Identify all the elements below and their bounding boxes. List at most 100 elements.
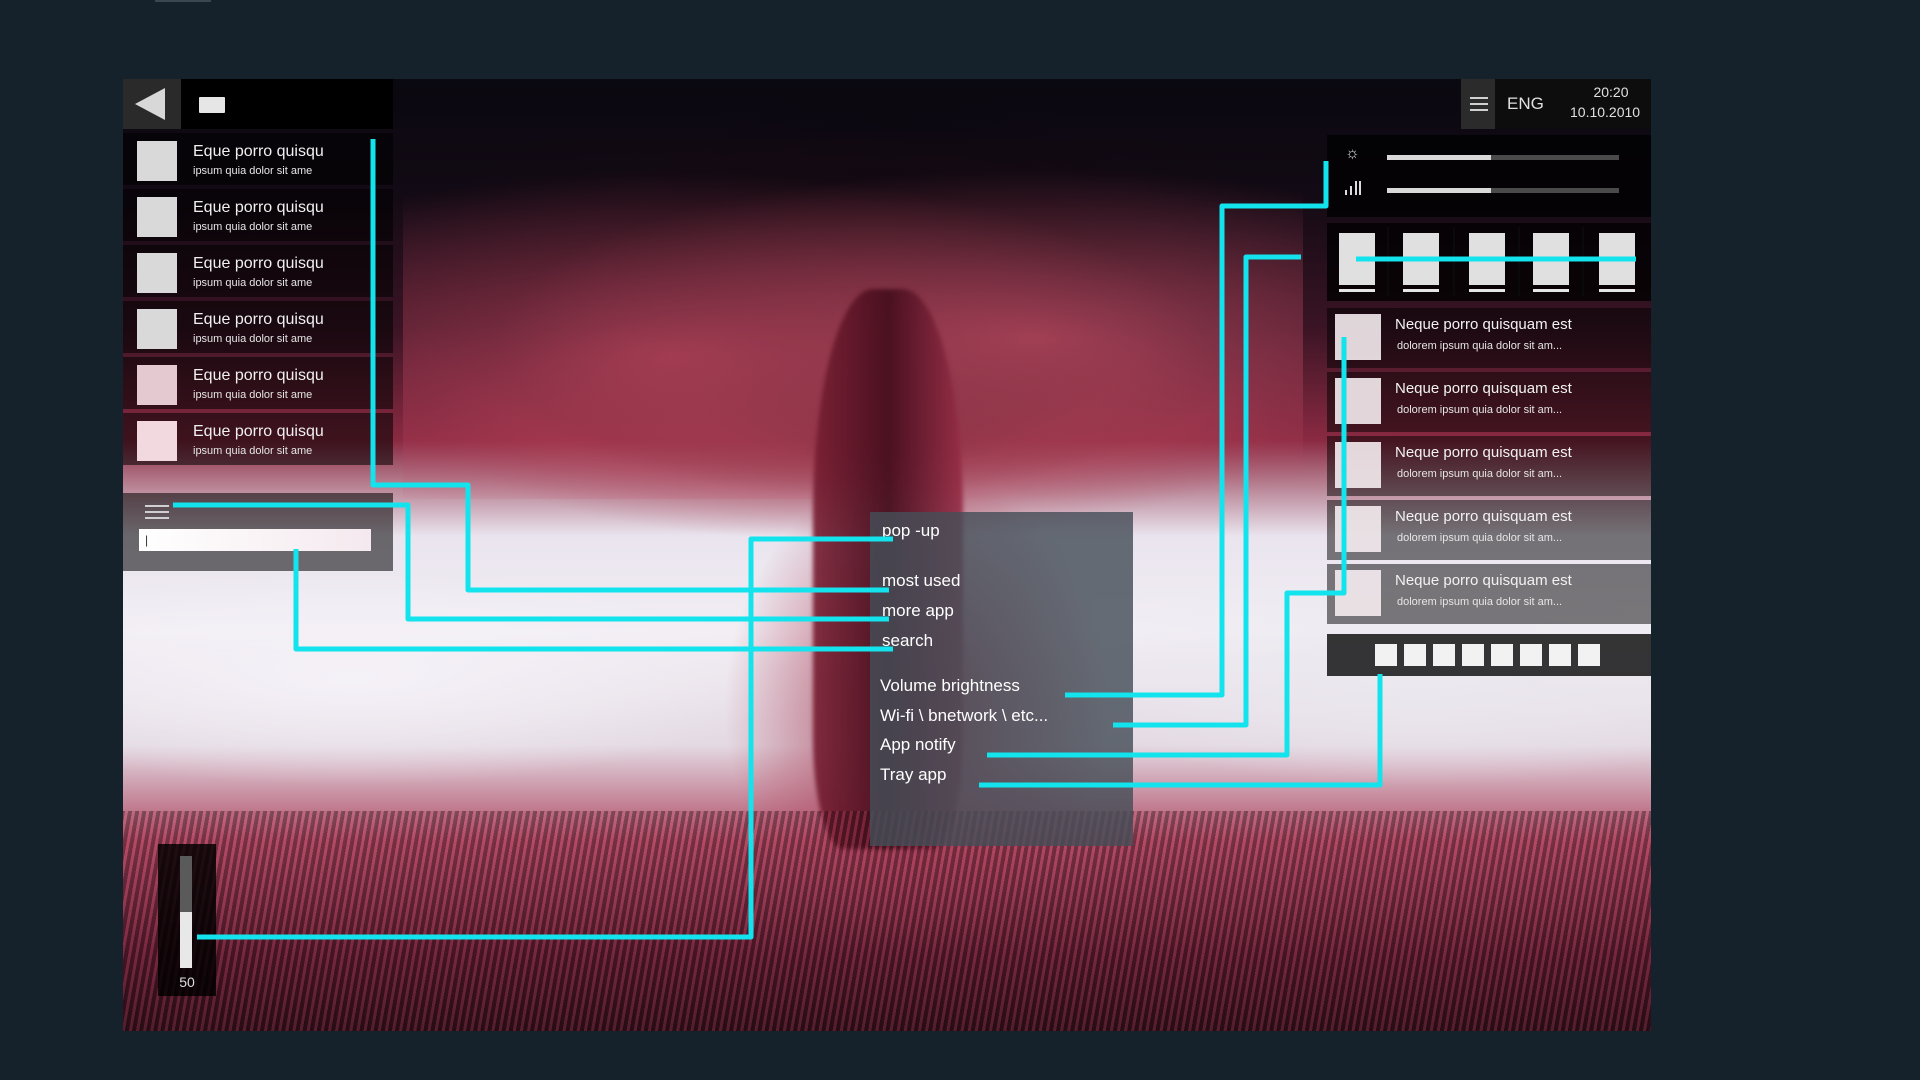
notification-thumbnail <box>1335 378 1381 424</box>
quick-toggle[interactable] <box>1339 233 1375 285</box>
app-title: Eque porro quisqu <box>193 143 324 160</box>
app-title: Eque porro quisqu <box>193 255 324 272</box>
legend-app-notify-label: App notify <box>880 735 956 754</box>
most-used-app-list: Eque porro quisqu ipsum quia dolor sit a… <box>123 129 393 465</box>
top-left-bar <box>123 79 393 129</box>
list-item[interactable]: Eque porro quisqu ipsum quia dolor sit a… <box>123 189 393 241</box>
quick-toggle[interactable] <box>1469 233 1505 285</box>
app-thumbnail <box>137 309 177 349</box>
status-menu-button[interactable] <box>1461 79 1495 129</box>
tray-app-icon[interactable] <box>1433 644 1455 666</box>
legend-tray-app-label: Tray app <box>880 765 947 784</box>
quick-toggle[interactable] <box>1599 233 1635 285</box>
tray-app-icon[interactable] <box>1404 644 1426 666</box>
list-item[interactable]: Eque porro quisqu ipsum quia dolor sit a… <box>123 357 393 409</box>
app-thumbnail <box>137 253 177 293</box>
notification-title: Neque porro quisquam est <box>1395 316 1572 333</box>
quick-toggle-indicator <box>1339 289 1375 292</box>
app-subtitle: ipsum quia dolor sit ame <box>193 165 313 177</box>
language-indicator[interactable]: ENG <box>1507 94 1544 114</box>
notification-title: Neque porro quisquam est <box>1395 444 1572 461</box>
notification-subtitle: dolorem ipsum quia dolor sit am... <box>1397 532 1563 544</box>
app-subtitle: ipsum quia dolor sit ame <box>193 277 313 289</box>
legend-volume-brightness-label: Volume brightness <box>880 676 1020 695</box>
tray-app-icon[interactable] <box>1578 644 1600 666</box>
notification-thumbnail <box>1335 506 1381 552</box>
app-title: Eque porro quisqu <box>193 367 324 384</box>
back-button[interactable] <box>123 79 181 129</box>
tray-app-icon[interactable] <box>1549 644 1571 666</box>
search-input[interactable] <box>139 529 371 551</box>
list-item[interactable]: Eque porro quisqu ipsum quia dolor sit a… <box>123 133 393 185</box>
divider <box>1582 227 1584 297</box>
volume-icon <box>1345 181 1363 195</box>
quick-toggle-indicator <box>1599 289 1635 292</box>
app-title: Eque porro quisqu <box>193 423 324 440</box>
notification-item[interactable]: Neque porro quisquam est dolorem ipsum q… <box>1327 308 1651 368</box>
app-thumbnail <box>137 365 177 405</box>
network-quick-toggles <box>1327 223 1651 301</box>
back-triangle-icon <box>135 88 165 120</box>
notification-item[interactable]: Neque porro quisquam est dolorem ipsum q… <box>1327 372 1651 432</box>
volume-vertical-slider[interactable] <box>180 856 192 968</box>
notification-subtitle: dolorem ipsum quia dolor sit am... <box>1397 468 1563 480</box>
notification-subtitle: dolorem ipsum quia dolor sit am... <box>1397 340 1563 352</box>
volume-slider[interactable] <box>1387 188 1619 193</box>
annotation-legend-popup: pop -up most used more app search Volume… <box>870 512 1133 846</box>
app-subtitle: ipsum quia dolor sit ame <box>193 221 313 233</box>
notification-title: Neque porro quisquam est <box>1395 572 1572 589</box>
notification-subtitle: dolorem ipsum quia dolor sit am... <box>1397 596 1563 608</box>
notification-thumbnail <box>1335 314 1381 360</box>
brightness-fill <box>1387 155 1492 160</box>
tray-app-icon[interactable] <box>1491 644 1513 666</box>
list-item[interactable]: Eque porro quisqu ipsum quia dolor sit a… <box>123 413 393 465</box>
volume-value: 50 <box>179 974 195 990</box>
app-title: Eque porro quisqu <box>193 311 324 328</box>
app-notification-list: Neque porro quisquam est dolorem ipsum q… <box>1327 308 1651 628</box>
notification-title: Neque porro quisquam est <box>1395 380 1572 397</box>
notification-title: Neque porro quisquam est <box>1395 508 1572 525</box>
notification-thumbnail <box>1335 442 1381 488</box>
more-apps-menu-icon[interactable] <box>145 505 169 519</box>
window-icon[interactable] <box>199 97 225 113</box>
tray-app-icon[interactable] <box>1520 644 1542 666</box>
quick-toggle-indicator <box>1403 289 1439 292</box>
tray-app-icon[interactable] <box>1462 644 1484 666</box>
top-decoration <box>155 0 211 2</box>
quick-toggle[interactable] <box>1533 233 1569 285</box>
legend-wifi-label: Wi-fi \ bnetwork \ etc... <box>880 706 1049 725</box>
notification-item[interactable]: Neque porro quisquam est dolorem ipsum q… <box>1327 500 1651 560</box>
legend-popup-label: pop -up <box>882 521 940 540</box>
clock-time: 20:20 <box>1593 84 1629 100</box>
app-subtitle: ipsum quia dolor sit ame <box>193 333 313 345</box>
notification-item[interactable]: Neque porro quisquam est dolorem ipsum q… <box>1327 564 1651 624</box>
sun-icon: ☼ <box>1345 145 1360 162</box>
volume-fill <box>1387 188 1492 193</box>
app-subtitle: ipsum quia dolor sit ame <box>193 389 313 401</box>
app-subtitle: ipsum quia dolor sit ame <box>193 445 313 457</box>
volume-vertical-fill <box>180 912 192 968</box>
brightness-slider[interactable] <box>1387 155 1619 160</box>
list-item[interactable]: Eque porro quisqu ipsum quia dolor sit a… <box>123 301 393 353</box>
legend-most-used-label: most used <box>882 571 961 590</box>
divider <box>1453 227 1455 297</box>
volume-brightness-panel: ☼ <box>1327 135 1651 217</box>
notification-item[interactable]: Neque porro quisquam est dolorem ipsum q… <box>1327 436 1651 496</box>
status-bar: ENG 20:20 10.10.2010 <box>1461 79 1651 129</box>
quick-toggle[interactable] <box>1403 233 1439 285</box>
legend-more-app-label: more app <box>882 601 954 620</box>
notification-subtitle: dolorem ipsum quia dolor sit am... <box>1397 404 1563 416</box>
volume-widget: 50 <box>158 844 216 996</box>
app-thumbnail <box>137 141 177 181</box>
app-thumbnail <box>137 197 177 237</box>
notification-thumbnail <box>1335 570 1381 616</box>
divider <box>1387 227 1389 297</box>
list-item[interactable]: Eque porro quisqu ipsum quia dolor sit a… <box>123 245 393 297</box>
divider <box>1518 227 1520 297</box>
quick-toggle-indicator <box>1533 289 1569 292</box>
app-title: Eque porro quisqu <box>193 199 324 216</box>
tray-app-icon[interactable] <box>1375 644 1397 666</box>
clock-date: 10.10.2010 <box>1570 104 1641 120</box>
menu-icon <box>1470 97 1488 111</box>
legend-search-label: search <box>882 631 934 650</box>
